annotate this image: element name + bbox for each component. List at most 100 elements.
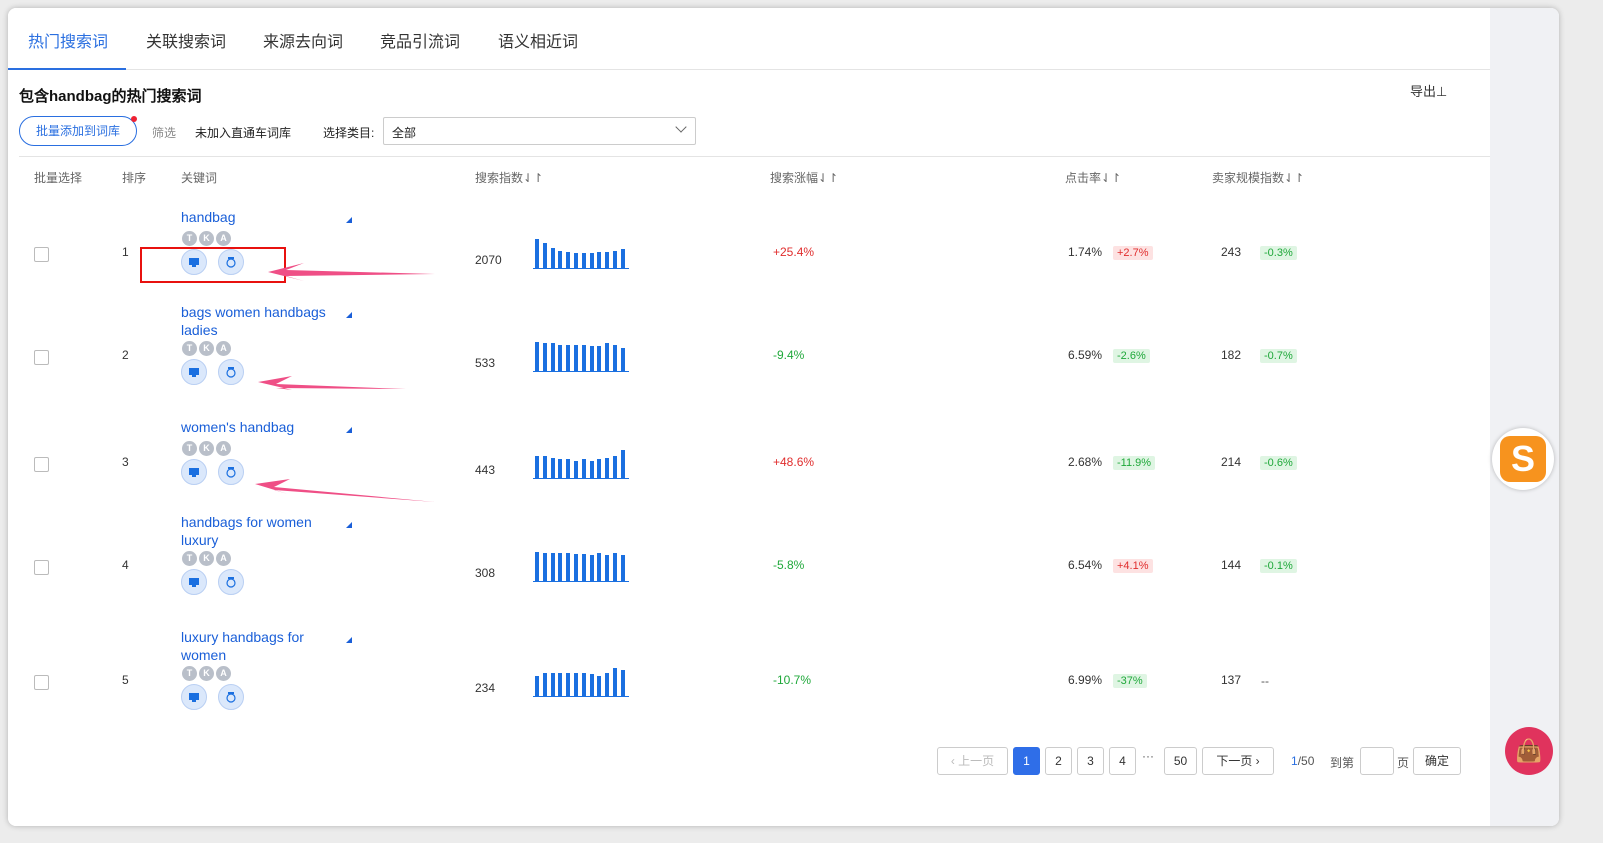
sparkline-bar [605,555,610,581]
sparkline-bar [550,553,555,581]
row-checkbox[interactable] [34,675,49,690]
sort-icon[interactable]: ⇃↾ [1101,171,1121,185]
search-growth: -10.7% [773,673,812,687]
col-header-batch-select: 批量选择 [34,171,83,185]
annotation-arrow-3 [255,479,435,502]
badge-icon[interactable] [218,249,244,275]
col-header-rank: 排序 [122,171,147,185]
confirm-button[interactable]: 确定 [1413,747,1461,775]
export-button[interactable]: 导出⊥ [1410,81,1447,100]
category-select[interactable]: 全部 [383,117,696,145]
keyword-link[interactable]: bags women handbags ladies [181,303,341,339]
tag-t-icon: T [182,666,197,681]
sparkline-bar [620,555,625,581]
tag-t-icon: T [182,231,197,246]
tab-semantic-similar[interactable]: 语义相近词 [498,28,578,52]
desktop-icon[interactable] [181,249,207,275]
desktop-icon[interactable] [181,569,207,595]
row-checkbox[interactable] [34,560,49,575]
sparkline-bar [566,459,571,478]
filter-label: 筛选 [152,126,177,140]
page-button-4[interactable]: 4 [1109,747,1136,775]
seller-scale: 182 [1221,348,1242,362]
sort-icon[interactable]: ⇃↾ [523,171,543,185]
ctr-change-badge: +4.1% [1113,559,1153,573]
search-growth: -9.4% [773,348,805,362]
expand-triangle-icon[interactable] [346,522,352,528]
tag-t-icon: T [182,441,197,456]
tag-k-icon: K [199,551,214,566]
badge-icon[interactable] [218,684,244,710]
desktop-icon[interactable] [181,459,207,485]
badge-icon[interactable] [218,569,244,595]
expand-triangle-icon[interactable] [346,217,352,223]
expand-triangle-icon[interactable] [346,312,352,318]
s-app-icon[interactable]: S [1492,428,1554,490]
search-growth: +48.6% [773,455,815,469]
tab-source-destination[interactable]: 来源去向词 [263,28,343,52]
next-page-button[interactable]: 下一页 › [1202,747,1274,775]
row-checkbox[interactable] [34,350,49,365]
tab-hot-search[interactable]: 热门搜索词 [28,28,108,52]
sparkline-bar [597,346,602,371]
badge-glyph [226,367,236,378]
dropdown-chevron-icon [675,121,687,133]
keyword-link[interactable]: handbag [181,208,341,226]
tab-related-search[interactable]: 关联搜索词 [146,28,226,52]
prev-page-button[interactable]: ‹ 上一页 [937,747,1008,775]
sort-icon[interactable]: ⇃↾ [818,171,838,185]
col-header-search-index[interactable]: 搜索指数⇃↾ [475,169,543,186]
tka-tags: T K A [182,341,231,356]
pagination-ellipsis: ··· [1142,749,1154,763]
divider [19,156,1490,157]
tag-k-icon: K [199,341,214,356]
page-button-2[interactable]: 2 [1045,747,1072,775]
expand-triangle-icon[interactable] [346,637,352,643]
badge-icon[interactable] [218,459,244,485]
page-button-1[interactable]: 1 [1013,747,1040,775]
goto-page-input[interactable] [1360,747,1394,775]
goto-label: 到第 [1330,756,1355,770]
tag-k-icon: K [199,441,214,456]
col-header-ctr-label: 点击率 [1065,171,1102,185]
search-index: 2070 [475,253,502,267]
sparkline-bar [581,345,586,371]
trend-sparkline [533,665,629,697]
page-button-last[interactable]: 50 [1164,747,1197,775]
col-header-search-index-label: 搜索指数 [475,171,524,185]
badge-icon[interactable] [218,359,244,385]
sparkline-bar [535,456,539,478]
sort-icon[interactable]: ⇃↾ [1284,171,1304,185]
tab-competitor-traffic[interactable]: 竞品引流词 [380,28,460,52]
col-header-search-growth[interactable]: 搜索涨幅⇃↾ [770,169,838,186]
keyword-link[interactable]: handbags for women luxury [181,513,341,549]
right-sidebar [1490,8,1559,826]
prev-page-label: 上一页 [958,754,995,768]
row-checkbox[interactable] [34,457,49,472]
sparkline-bar [542,456,547,478]
tag-t-icon: T [182,551,197,566]
page-indicator: 1/50 [1291,754,1314,768]
desktop-icon[interactable] [181,684,207,710]
expand-triangle-icon[interactable] [346,427,352,433]
sparkline-bar [542,553,547,581]
tag-a-icon: A [216,666,231,681]
keyword-link[interactable]: luxury handbags for women [181,628,341,664]
sparkline-bar [535,239,539,268]
ctr-change-badge: -2.6% [1113,349,1150,363]
batch-add-button[interactable]: 批量添加到词库 [19,116,137,146]
current-page: 1 [1291,754,1298,768]
col-header-ctr[interactable]: 点击率⇃↾ [1065,169,1121,186]
category-label: 选择类目: [323,126,375,140]
row-checkbox[interactable] [34,247,49,262]
filter-option-not-in-library[interactable]: 未加入直通车词库 [195,124,291,141]
seller-scale: 137 [1221,673,1242,687]
page-button-3[interactable]: 3 [1077,747,1104,775]
ctr-value: 6.99% [1068,673,1103,687]
bag-icon[interactable]: 👜 [1505,727,1553,775]
desktop-icon[interactable] [181,359,207,385]
sparkline-bar [597,252,602,268]
col-header-seller-scale[interactable]: 卖家规模指数⇃↾ [1212,169,1304,186]
keyword-link[interactable]: women's handbag [181,418,341,436]
sparkline-bar [581,459,586,478]
